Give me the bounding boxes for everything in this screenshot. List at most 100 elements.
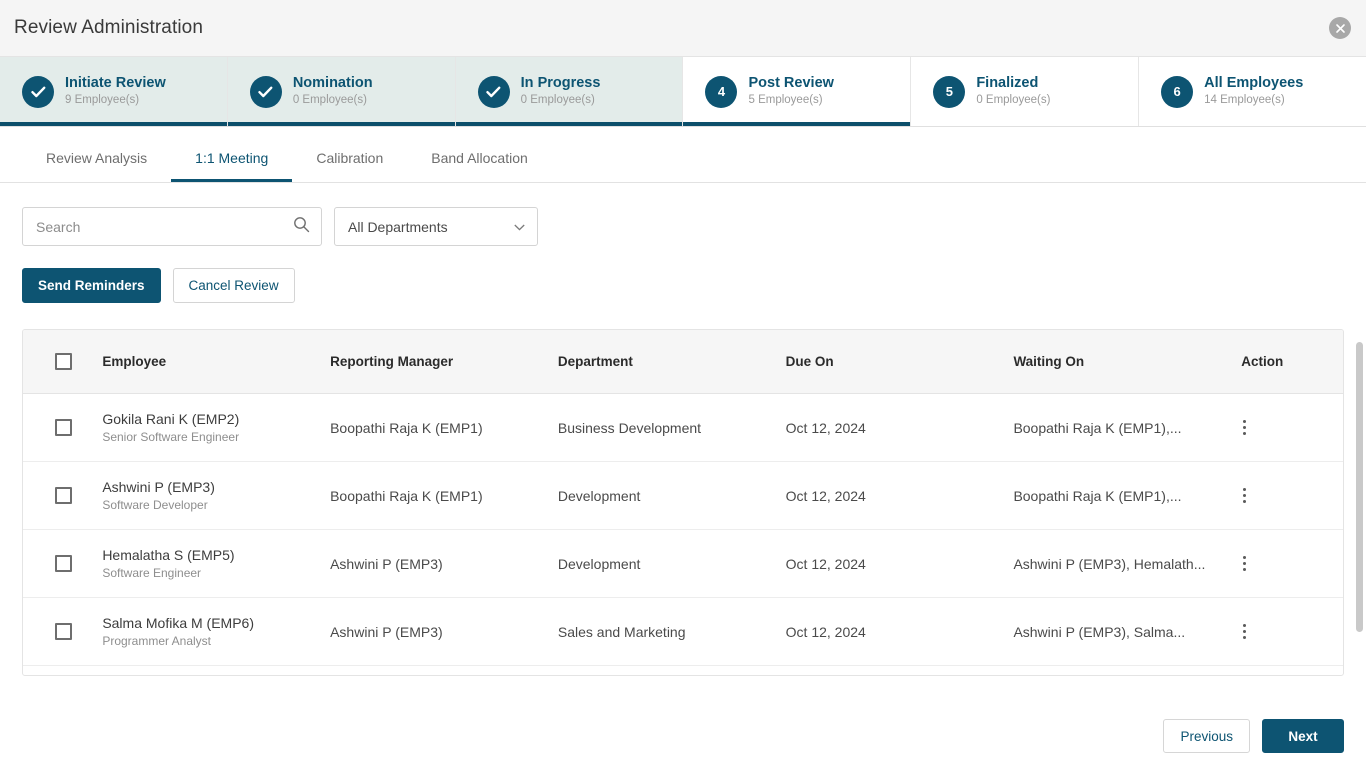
row-select-cell	[23, 461, 103, 531]
tab-bar: Review Analysis 1:1 Meeting Calibration Ban…	[0, 127, 1366, 183]
vertical-scrollbar[interactable]	[1356, 342, 1363, 632]
cell-action	[1241, 597, 1343, 667]
stepper-item-in-progress[interactable]: In Progress 0 Employee(s)	[455, 57, 684, 126]
filter-row: All Departments	[22, 183, 1344, 246]
stepper-item-nomination[interactable]: Nomination 0 Employee(s)	[227, 57, 456, 126]
cell-due-on: Oct 12, 2024	[785, 529, 1014, 599]
column-header-department: Department	[557, 330, 786, 394]
cell-employee: Hemalatha S (EMP5) Software Engineer	[102, 529, 331, 599]
table-row[interactable]: Gokila Rani K (EMP2) Senior Software Engi…	[23, 393, 1343, 463]
stepper-item-label: Nomination	[292, 75, 373, 92]
row-checkbox[interactable]	[55, 623, 72, 641]
footer-navigation: Previous Next	[0, 704, 1366, 768]
employee-role: Senior Software Engineer	[102, 429, 240, 444]
stepper-item-finalized[interactable]: 5 Finalized 0 Employee(s)	[911, 57, 1140, 126]
stepper-item-count: 14 Employee(s)	[1204, 94, 1285, 107]
tab-band-allocation[interactable]: Band Allocation	[407, 150, 552, 182]
select-all-checkbox[interactable]	[55, 353, 72, 370]
employee-table-container: Employee Reporting Manager Department Due O…	[22, 329, 1344, 676]
kebab-menu-icon[interactable]	[1241, 488, 1255, 504]
stepper-item-post-review[interactable]: 4 Post Review 5 Employee(s)	[683, 57, 912, 126]
tab-1-1-meeting[interactable]: 1:1 Meeting	[171, 150, 293, 182]
cell-department: Development	[557, 461, 786, 531]
kebab-menu-icon[interactable]	[1241, 624, 1255, 640]
cell-action	[1241, 393, 1343, 463]
previous-button[interactable]: Previous	[1163, 719, 1250, 753]
stepper-badge-number: 4	[717, 84, 726, 99]
search-field	[22, 207, 322, 246]
check-icon	[477, 75, 510, 108]
cell-reporting-manager: Ashwini P (EMP3)	[330, 597, 558, 667]
employee-table: Employee Reporting Manager Department Due O…	[23, 330, 1343, 675]
cell-reporting-manager	[330, 665, 558, 675]
stepper-item-count: 0 Employee(s)	[520, 94, 595, 107]
row-select-cell	[23, 665, 103, 675]
cell-due-on: Oct 12, 2024	[785, 393, 1014, 463]
cell-department: Business Development	[557, 393, 786, 463]
review-stepper: Initiate Review 9 Employee(s) Nomination 0 …	[0, 57, 1366, 127]
cell-due-on	[785, 665, 1014, 675]
employee-name: Salma Mofika M (EMP6)	[102, 615, 255, 632]
cell-waiting-on: Boopathi Raja K (EMP1),...	[1013, 461, 1242, 531]
column-header-waiting_on: Waiting On	[1013, 330, 1242, 394]
page-title: Review Administration	[14, 17, 204, 38]
cell-department	[557, 665, 786, 675]
employee-name: Hemalatha S (EMP5)	[102, 547, 235, 564]
stepper-item-label: Post Review	[748, 75, 834, 92]
table-row[interactable]: Priyadharshini S (EMP8)	[23, 665, 1343, 675]
table-row[interactable]: Salma Mofika M (EMP6) Programmer Analyst A…	[23, 597, 1343, 667]
cell-reporting-manager: Boopathi Raja K (EMP1)	[330, 393, 558, 463]
stepper-item-label: All Employees	[1204, 75, 1304, 92]
employee-name: Ashwini P (EMP3)	[102, 479, 215, 496]
cell-employee: Salma Mofika M (EMP6) Programmer Analyst	[102, 597, 331, 667]
action-button-row: Send Reminders Cancel Review	[22, 246, 1344, 303]
stepper-item-label: Finalized	[976, 75, 1039, 92]
cell-action	[1241, 529, 1343, 599]
row-checkbox[interactable]	[55, 419, 72, 437]
row-checkbox[interactable]	[55, 555, 72, 573]
stepper-item-all-employees[interactable]: 6 All Employees 14 Employee(s)	[1139, 57, 1366, 126]
kebab-menu-icon[interactable]	[1241, 420, 1255, 436]
stepper-item-initiate-review[interactable]: Initiate Review 9 Employee(s)	[0, 57, 228, 126]
cell-waiting-on: Ashwini P (EMP3), Hemalath...	[1013, 529, 1242, 599]
tab-review-analysis[interactable]: Review Analysis	[22, 150, 171, 182]
stepper-badge: 5	[933, 75, 966, 108]
send-reminders-button[interactable]: Send Reminders	[22, 268, 161, 303]
stepper-badge: 4	[705, 75, 738, 108]
column-header-due_on: Due On	[785, 330, 1014, 394]
stepper-item-count: 0 Employee(s)	[292, 94, 367, 107]
stepper-item-count: 0 Employee(s)	[976, 94, 1051, 107]
table-body: Gokila Rani K (EMP2) Senior Software Engi…	[23, 393, 1343, 675]
cell-waiting-on: Ashwini P (EMP3), Salma...	[1013, 597, 1242, 667]
table-header-row: Employee Reporting Manager Department Due O…	[23, 330, 1343, 394]
cell-waiting-on: Boopathi Raja K (EMP1),...	[1013, 393, 1242, 463]
cell-employee: Priyadharshini S (EMP8)	[102, 665, 331, 675]
cell-action	[1241, 665, 1343, 675]
employee-name: Gokila Rani K (EMP2)	[102, 411, 240, 427]
check-icon	[22, 75, 54, 108]
cancel-review-button[interactable]: Cancel Review	[172, 268, 295, 303]
close-icon[interactable]	[1329, 17, 1351, 39]
stepper-badge-number: 6	[1173, 84, 1181, 99]
stepper-badge-number: 5	[945, 84, 953, 99]
stepper-item-count: 9 Employee(s)	[65, 94, 140, 107]
next-button[interactable]: Next	[1262, 719, 1344, 753]
stepper-item-label: In Progress	[520, 75, 601, 92]
kebab-menu-icon[interactable]	[1241, 556, 1255, 572]
row-select-cell	[23, 597, 103, 667]
cell-action	[1241, 461, 1343, 531]
table-row[interactable]: Hemalatha S (EMP5) Software Engineer Ashwi…	[23, 529, 1343, 599]
stepper-badge: 6	[1161, 75, 1194, 108]
department-filter-select[interactable]: All Departments	[334, 207, 538, 246]
main-content: All Departments Send Reminders Cancel Re…	[0, 183, 1366, 676]
cell-due-on: Oct 12, 2024	[785, 597, 1014, 667]
search-input[interactable]	[22, 207, 322, 246]
stepper-item-count: 5 Employee(s)	[748, 94, 823, 107]
tab-calibration[interactable]: Calibration	[292, 150, 407, 182]
table-header: Employee Reporting Manager Department Due O…	[23, 330, 1343, 394]
employee-role: Software Engineer	[102, 566, 202, 581]
stepper-item-label: Initiate Review	[65, 75, 166, 92]
row-checkbox[interactable]	[55, 487, 72, 505]
table-row[interactable]: Ashwini P (EMP3) Software Developer Boopat…	[23, 461, 1343, 531]
row-select-cell	[23, 393, 103, 463]
